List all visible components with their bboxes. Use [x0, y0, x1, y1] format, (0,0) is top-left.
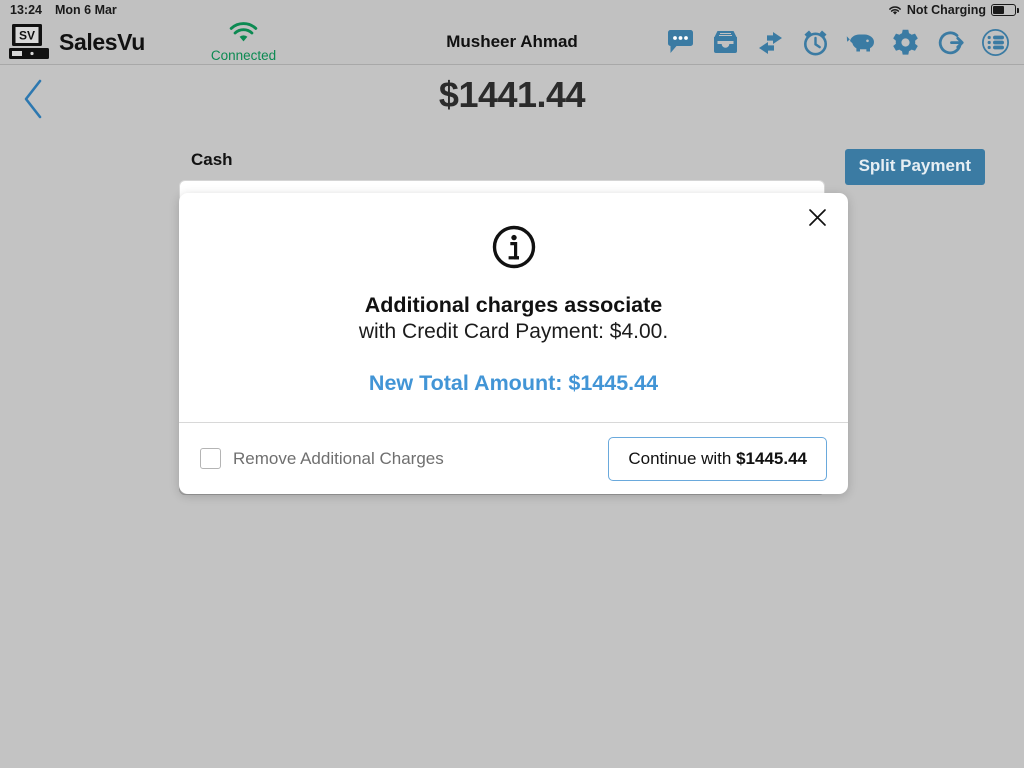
remove-additional-charges-checkbox[interactable]: Remove Additional Charges	[200, 448, 444, 469]
info-circle-icon	[179, 225, 848, 274]
dialog-title: Additional charges associate	[179, 293, 848, 317]
checkbox-box-icon[interactable]	[200, 448, 221, 469]
continue-amount-label: $1445.44	[736, 449, 807, 468]
checkbox-label: Remove Additional Charges	[233, 449, 444, 469]
close-icon[interactable]	[800, 200, 834, 234]
dialog-body: Additional charges associate with Credit…	[179, 193, 848, 396]
app-screen: 13:24 Mon 6 Mar Not Charging	[0, 0, 1024, 768]
new-total-amount-label: New Total Amount: $1445.44	[179, 371, 848, 396]
dialog-footer: Remove Additional Charges Continue with …	[179, 422, 848, 494]
continue-prefix-label: Continue with	[628, 449, 736, 468]
additional-charges-dialog: Additional charges associate with Credit…	[179, 193, 848, 494]
dialog-subtitle: with Credit Card Payment: $4.00.	[179, 319, 848, 344]
continue-with-amount-button[interactable]: Continue with $1445.44	[608, 437, 827, 481]
